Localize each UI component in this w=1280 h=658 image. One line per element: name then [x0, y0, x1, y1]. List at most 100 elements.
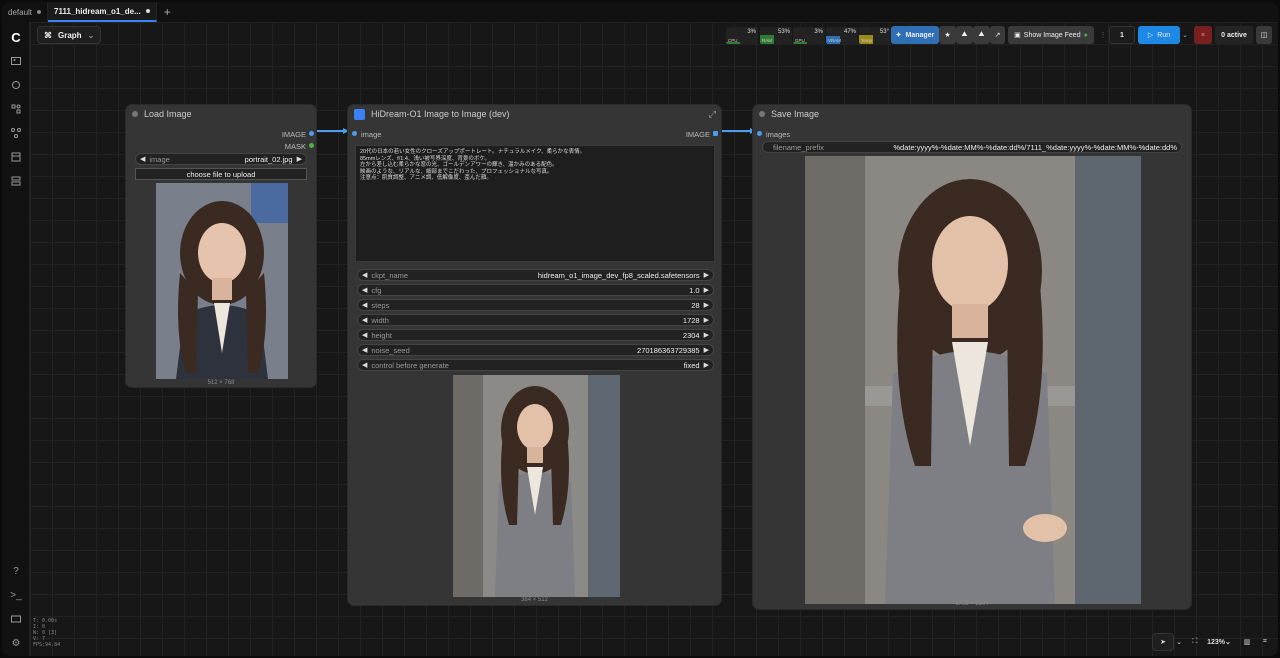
show-image-feed-button[interactable]: ▣ Show Image Feed ● [1008, 26, 1094, 44]
cpu-label: CPU [728, 38, 738, 43]
portrait-image [805, 156, 1141, 604]
cancel-run-button[interactable]: × [1194, 26, 1212, 44]
node-library-icon[interactable] [9, 102, 23, 116]
expand-icon[interactable]: ⤢ [709, 109, 716, 120]
widget-label: height [371, 330, 392, 340]
comfy-logo-icon[interactable]: C [9, 30, 23, 45]
fit-view-icon[interactable]: ⛶ [1188, 633, 1202, 651]
link-visibility-icon[interactable]: ⌗ [1258, 633, 1272, 651]
install-button[interactable]: ⛰ [973, 26, 990, 44]
arrow-right-icon[interactable]: ▶ [297, 155, 302, 163]
model-button[interactable]: ⛰ [956, 26, 973, 44]
arrow-right-icon[interactable]: ▶ [704, 271, 709, 279]
prompt-textarea[interactable]: 20代の日本の若い女性のクローズアップポートレート。ナチュラルメイク、柔らかな表… [355, 145, 715, 262]
manager-label: Manager [905, 31, 935, 39]
share-icon: ↗ [994, 32, 1001, 39]
help-icon[interactable]: ? [9, 564, 23, 578]
temp-label: Temp [861, 38, 873, 43]
widget-value: 270186363729385 [637, 345, 700, 355]
output-slot-image[interactable] [309, 131, 314, 136]
keyboard-icon[interactable] [9, 612, 23, 626]
filename-prefix-widget[interactable]: filename_prefix %date:yyyy%-%date:MM%-%d… [762, 141, 1182, 153]
play-icon: ▷ [1147, 32, 1154, 39]
arrow-right-icon[interactable]: ▶ [704, 286, 709, 294]
tab-default[interactable]: default [2, 2, 49, 22]
queue-icon[interactable] [9, 174, 23, 188]
arrow-left-icon[interactable]: ◀ [362, 331, 367, 339]
share-button[interactable]: ↗ [990, 26, 1005, 44]
save-image-node[interactable]: Save Image images filename_prefix %date:… [753, 105, 1191, 609]
node-title-bar[interactable]: Save Image [753, 105, 1191, 123]
input-slot-images[interactable] [757, 131, 762, 136]
arrow-left-icon[interactable]: ◀ [362, 346, 367, 354]
width-widget[interactable]: ◀ width 1728 ▶ [357, 314, 714, 326]
templates-icon[interactable] [9, 150, 23, 164]
node-title-bar[interactable]: HiDream-O1 Image to Image (dev) [348, 105, 721, 123]
run-button[interactable]: ▷ Run [1138, 26, 1180, 44]
widget-value: 2304 [682, 330, 700, 340]
models-icon[interactable] [9, 78, 23, 92]
arrow-left-icon[interactable]: ◀ [362, 271, 367, 279]
widget-label: control before generate [371, 360, 449, 370]
tab-workflow[interactable]: 7111_hidream_o1_de... [48, 2, 157, 22]
collapse-dot-icon[interactable] [132, 111, 138, 117]
terminal-icon[interactable]: >_ [9, 588, 23, 602]
input-slot-image[interactable] [352, 131, 357, 136]
control-before-generate-widget[interactable]: ◀ control before generate fixed ▶ [357, 359, 714, 371]
widget-value: %date:yyyy%-%date:MM%-%date:dd%/7111_%da… [893, 142, 1177, 152]
status-dot-icon: ● [1083, 31, 1088, 39]
height-widget[interactable]: ◀ height 2304 ▶ [357, 329, 714, 341]
manager-button[interactable]: ✦ Manager [891, 26, 939, 44]
add-tab-button[interactable]: + [157, 2, 178, 22]
widget-label: image [149, 154, 170, 164]
image-combo-widget[interactable]: ◀ image portrait_02.jpg ▶ [135, 153, 307, 165]
drag-handle-icon[interactable]: ⋮ [1099, 26, 1107, 44]
images-icon[interactable] [9, 54, 23, 68]
star-button[interactable]: ★ [939, 26, 956, 44]
widget-label: noise_seed [371, 345, 410, 355]
hidream-i2i-node[interactable]: HiDream-O1 Image to Image (dev) ⤢ image … [348, 105, 721, 605]
arrow-right-icon[interactable]: ▶ [704, 361, 709, 369]
arrow-left-icon[interactable]: ◀ [362, 316, 367, 324]
widget-value: 1728 [682, 315, 700, 325]
graph-icon: ⌘ [44, 30, 52, 40]
gpu-pct: 3% [814, 29, 823, 35]
arrow-right-icon[interactable]: ▶ [704, 331, 709, 339]
noise-seed-widget[interactable]: ◀ noise_seed 270186363729385 ▶ [357, 344, 714, 356]
output-label-mask: MASK [284, 142, 306, 151]
select-tool-button[interactable]: ➤ [1152, 633, 1174, 651]
arrow-right-icon[interactable]: ▶ [704, 346, 709, 354]
arrow-right-icon[interactable]: ▶ [704, 316, 709, 324]
steps-widget[interactable]: ◀ steps 28 ▶ [357, 299, 714, 311]
collapse-dot-icon[interactable] [759, 111, 765, 117]
ram-monitor: 53% RAM [760, 27, 792, 44]
image-size-caption: 512 × 768 [207, 380, 235, 386]
minimap-icon[interactable]: ▥ [1240, 633, 1254, 651]
chevron-down-icon[interactable]: ⌄ [1174, 633, 1184, 651]
arrow-left-icon[interactable]: ◀ [362, 301, 367, 309]
arrow-left-icon[interactable]: ◀ [140, 155, 145, 163]
zoom-level-button[interactable]: 123% ⌄ [1204, 633, 1234, 651]
widget-value: 28 [691, 300, 700, 310]
arrow-left-icon[interactable]: ◀ [362, 286, 367, 294]
batch-count-input[interactable]: 1 [1109, 26, 1135, 44]
output-slot-image[interactable] [713, 131, 718, 136]
output-slot-mask[interactable] [309, 143, 314, 148]
settings-gear-icon[interactable]: ⚙ [9, 636, 23, 650]
output-image-preview [805, 156, 1141, 604]
toggle-panel-button[interactable]: ◫ [1256, 26, 1272, 44]
node-title-bar[interactable]: Load Image [126, 105, 316, 123]
chevron-down-icon: ⌄ [1225, 639, 1231, 646]
graph-mode-dropdown[interactable]: ⌘ Graph ⌄ [37, 26, 102, 44]
arrow-right-icon[interactable]: ▶ [704, 301, 709, 309]
workflows-icon[interactable] [9, 126, 23, 140]
queue-status-button[interactable]: 0 active [1215, 26, 1253, 44]
arrow-left-icon[interactable]: ◀ [362, 361, 367, 369]
upload-button[interactable]: choose file to upload [135, 168, 307, 180]
cfg-widget[interactable]: ◀ cfg 1.0 ▶ [357, 284, 714, 296]
ckpt-name-widget[interactable]: ◀ ckpt_name hidream_o1_image_dev_fp8_scal… [357, 269, 714, 281]
portrait-image [453, 375, 620, 597]
load-image-node[interactable]: Load Image IMAGE MASK ◀ image portrait_02… [126, 105, 316, 387]
run-options-chevron-icon[interactable]: ⌄ [1180, 26, 1190, 44]
input-image-preview [156, 183, 288, 379]
